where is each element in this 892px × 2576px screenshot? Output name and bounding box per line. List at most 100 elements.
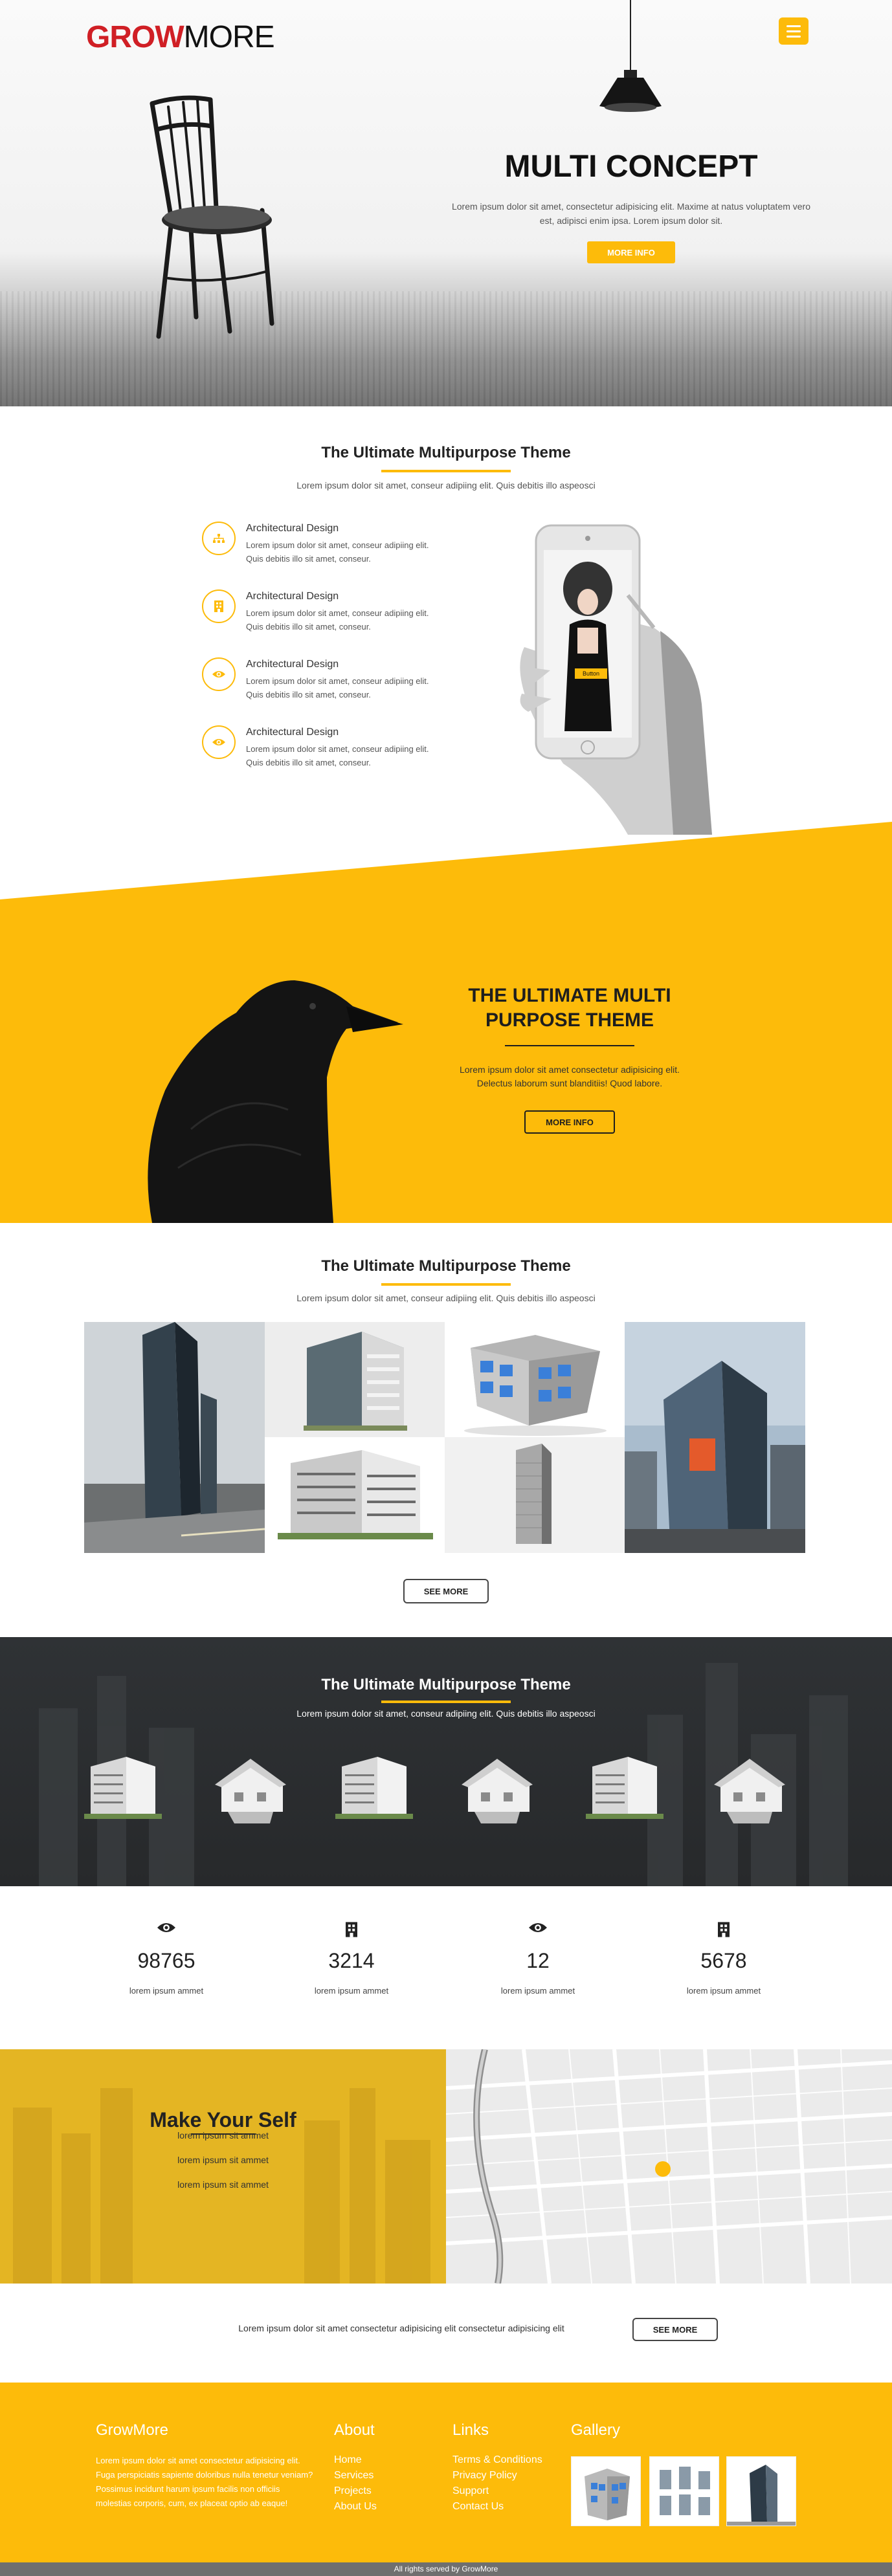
feature-title: Architectural Design	[246, 523, 339, 534]
footer-link-contact[interactable]: Contact Us	[452, 2501, 504, 2513]
copyright-bar: All rights served by GrowMore	[0, 2562, 892, 2576]
make-yourself-item: lorem ipsum sit ammet	[177, 2130, 269, 2141]
menu-bar	[786, 25, 801, 27]
dark-section-title: The Ultimate Multipurpose Theme	[321, 1676, 571, 1693]
building-model-image	[586, 1757, 663, 1819]
feature-desc: Lorem ipsum dolor sit amet, conseur adip…	[246, 608, 429, 632]
cta-see-more-button[interactable]: SEE MORE	[632, 2318, 718, 2341]
make-yourself-item: lorem ipsum sit ammet	[177, 2155, 269, 2165]
yellow-more-info-button[interactable]: MORE INFO	[524, 1110, 615, 1134]
building-icon	[202, 589, 236, 623]
house-model-image	[215, 1759, 286, 1823]
stat-item: 12 lorem ipsum ammet	[473, 1922, 603, 1996]
phone-screen-button: Button	[575, 668, 607, 679]
features-underline	[381, 470, 511, 472]
phone-in-hand-image	[520, 524, 712, 835]
eye-icon	[202, 725, 236, 759]
cta-text: Lorem ipsum dolor sit amet consectetur a…	[238, 2323, 564, 2333]
house-model-image	[462, 1759, 533, 1823]
features-subtitle: Lorem ipsum dolor sit amet, conseur adip…	[296, 480, 596, 490]
house-model-image	[714, 1759, 785, 1823]
lamp-cord	[630, 0, 631, 72]
stat-item: 98765 lorem ipsum ammet	[102, 1922, 231, 1996]
feature-item: Architectural Design Lorem ipsum dolor s…	[202, 522, 461, 580]
footer-brand-desc: Lorem ipsum dolor sit amet consectetur a…	[96, 2456, 313, 2508]
stat-number: 98765	[137, 1949, 195, 1972]
footer-gallery-title: Gallery	[571, 2421, 621, 2439]
gallery-see-more-button[interactable]: SEE MORE	[403, 1579, 489, 1603]
yellow-section-underline	[505, 1045, 634, 1046]
menu-bar	[786, 35, 801, 38]
footer-link-about-us[interactable]: About Us	[334, 2501, 377, 2513]
feature-title: Architectural Design	[246, 591, 339, 602]
feature-title: Architectural Design	[246, 659, 339, 670]
make-yourself-title: Make Your Self	[150, 2108, 296, 2131]
gallery-image-glass-tower[interactable]	[625, 1322, 805, 1553]
eye-icon	[202, 657, 236, 691]
lamp-icon	[599, 70, 662, 112]
hero-more-info-button[interactable]: MORE INFO	[587, 241, 675, 263]
footer-link-services[interactable]: Services	[334, 2470, 374, 2482]
footer-link-support[interactable]: Support	[452, 2485, 489, 2497]
stat-number: 3214	[328, 1949, 375, 1972]
yellow-section-text: Lorem ipsum dolor sit amet consectetur a…	[459, 1064, 680, 1088]
building-icon	[287, 1922, 416, 1940]
gallery-image-tower[interactable]	[84, 1322, 265, 1553]
make-yourself-section	[0, 2049, 446, 2284]
stat-label: lorem ipsum ammet	[686, 1986, 761, 1996]
make-yourself-item: lorem ipsum sit ammet	[177, 2179, 269, 2190]
building-model-image	[84, 1757, 162, 1819]
stat-item: 3214 lorem ipsum ammet	[287, 1922, 416, 1996]
hamburger-menu-button[interactable]	[779, 17, 808, 45]
gallery-image-slim-tower[interactable]	[445, 1437, 625, 1553]
feature-desc: Lorem ipsum dolor sit amet, conseur adip…	[246, 744, 429, 767]
gallery-image-white-building[interactable]	[265, 1437, 445, 1553]
feature-desc: Lorem ipsum dolor sit amet, conseur adip…	[246, 676, 429, 699]
footer-gallery-thumb[interactable]	[726, 2456, 796, 2526]
chair-image	[150, 95, 274, 339]
sitemap-icon	[202, 522, 236, 555]
building-model-image	[335, 1757, 413, 1819]
hero-text: Lorem ipsum dolor sit amet, consectetur …	[451, 201, 811, 226]
yellow-diagonal-section	[0, 822, 892, 1223]
footer-link-home[interactable]: Home	[334, 2454, 362, 2466]
logo[interactable]: GROWMORE	[86, 19, 275, 55]
footer-link-projects[interactable]: Projects	[334, 2485, 372, 2497]
crow-image	[148, 980, 403, 1223]
page: GROWMORE MULTI CONCEPT Lorem ipsum dolor	[0, 0, 892, 2576]
feature-item: Architectural Design Lorem ipsum dolor s…	[202, 657, 461, 716]
footer-link-privacy[interactable]: Privacy Policy	[452, 2470, 517, 2482]
building-icon	[659, 1922, 788, 1940]
feature-title: Architectural Design	[246, 727, 339, 738]
stat-label: lorem ipsum ammet	[500, 1986, 575, 1996]
eye-icon	[102, 1922, 231, 1940]
footer-brand-title: GrowMore	[96, 2421, 169, 2439]
features-title: The Ultimate Multipurpose Theme	[321, 444, 571, 461]
yellow-section-title: THE ULTIMATE MULTI PURPOSE THEME	[468, 985, 671, 1031]
city-skyline-background	[13, 2088, 430, 2284]
feature-item: Architectural Design Lorem ipsum dolor s…	[202, 589, 461, 648]
footer-links-title: Links	[452, 2421, 489, 2439]
eye-icon	[473, 1922, 603, 1940]
gallery-underline	[381, 1283, 511, 1286]
gallery-image-blue-cube[interactable]	[445, 1322, 625, 1437]
footer-about-title: About	[334, 2421, 375, 2439]
feature-item: Architectural Design Lorem ipsum dolor s…	[202, 725, 461, 784]
stat-number: 5678	[700, 1949, 747, 1972]
footer-gallery-thumb[interactable]	[571, 2456, 641, 2526]
location-map[interactable]	[446, 2049, 892, 2284]
dark-section-underline	[381, 1701, 511, 1703]
stat-label: lorem ipsum ammet	[129, 1986, 204, 1996]
stat-number: 12	[526, 1949, 550, 1972]
gallery-image-office-building[interactable]	[265, 1322, 445, 1437]
gallery-title: The Ultimate Multipurpose Theme	[321, 1257, 571, 1275]
map-image	[446, 2049, 892, 2284]
footer-link-terms[interactable]: Terms & Conditions	[452, 2454, 542, 2466]
stat-label: lorem ipsum ammet	[314, 1986, 389, 1996]
hero-title: MULTI CONCEPT	[504, 149, 758, 184]
menu-bar	[786, 30, 801, 32]
logo-grow: GROW	[86, 20, 184, 54]
feature-desc: Lorem ipsum dolor sit amet, conseur adip…	[246, 540, 429, 564]
stat-item: 5678 lorem ipsum ammet	[659, 1922, 788, 1996]
footer-gallery-thumb[interactable]	[649, 2456, 719, 2526]
